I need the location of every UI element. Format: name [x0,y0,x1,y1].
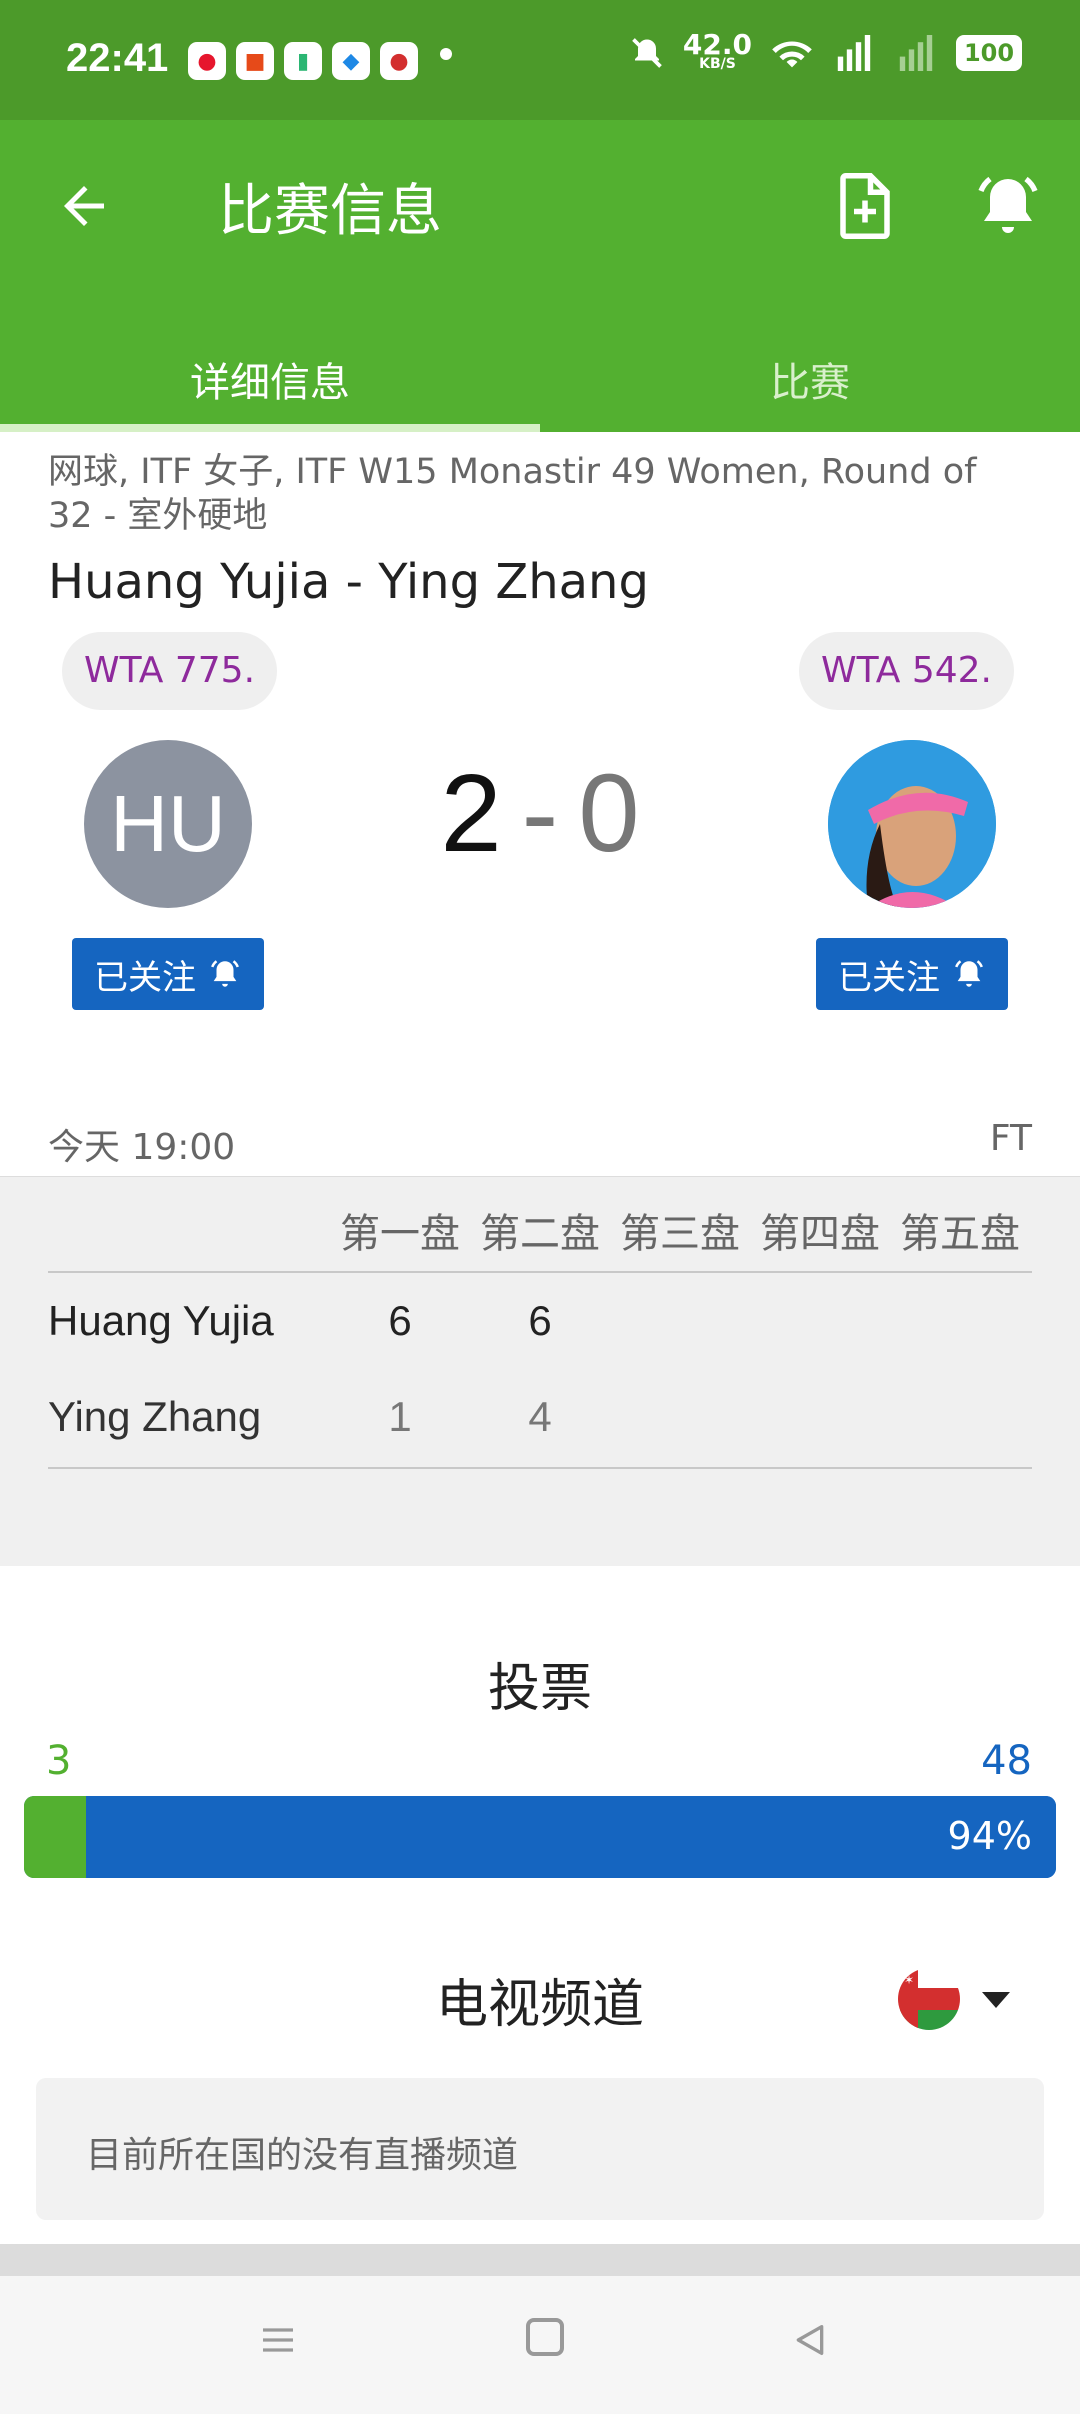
table-row: Huang Yujia 6 6 [48,1281,1032,1361]
set-header: 第三盘 [620,1211,740,1257]
page-title: 比赛信息 [218,179,442,244]
chevron-down-icon[interactable] [982,1992,1010,2008]
bell-icon [955,960,983,987]
set-header: 第一盘 [340,1211,460,1257]
match-datetime: 今天 19:00 [48,1127,236,1168]
recent-apps-icon[interactable] [258,2320,298,2360]
set-headers: 第一盘 第二盘 第三盘 第四盘 第五盘 [330,1201,1030,1259]
section-divider [0,2244,1080,2278]
vote-bar[interactable]: 94% [24,1796,1056,1878]
home-follow-button[interactable]: 已关注 [72,938,264,1010]
music-icon: ● [380,42,418,80]
bell-icon [211,960,239,987]
away-score: 0 [578,752,640,875]
follow-label: 已关注 [838,957,940,998]
set-header: 第五盘 [900,1211,1020,1257]
divider [48,1467,1032,1469]
set-scores-table: 第一盘 第二盘 第三盘 第四盘 第五盘 Huang Yujia 6 6 Ying… [0,1176,1080,1566]
away-vote-count: 48 [981,1738,1032,1784]
browser-icon: ◆ [332,42,370,80]
country-flag-icon[interactable]: ✶ [898,1968,960,2030]
back-arrow-icon[interactable] [54,176,114,236]
network-speed: 42.0 KB/S [682,28,752,73]
system-icons: 42.0 KB/S 100 [629,28,1022,73]
bell-icon[interactable] [972,170,1044,242]
away-vote-percent: 94% [947,1814,1032,1858]
status-bar: 22:41 ● ■ ▮ ◆ ● 42.0 KB/S 100 [0,0,1080,120]
match-score: 2-0 [0,750,1080,877]
away-rank-badge: WTA 542. [798,632,1014,710]
tv-channel-notice: 目前所在国的没有直播频道 [36,2078,1044,2220]
tournament-info: 网球, ITF 女子, ITF W15 Monastir 49 Women, R… [48,452,977,536]
tab-bar: 详细信息 比赛 [0,316,1080,432]
tab-details[interactable]: 详细信息 [0,316,540,432]
follow-label: 已关注 [94,957,196,998]
mute-icon [632,38,662,68]
add-note-icon[interactable] [832,170,898,242]
status-time: 22:41 [66,36,169,80]
game-icon: ■ [236,42,274,80]
player-name: Huang Yujia [48,1297,274,1344]
back-triangle-icon[interactable] [790,2320,830,2360]
match-status: FT [989,1118,1032,1159]
more-notifications-dot [440,48,452,60]
set-score: 6 [388,1297,412,1344]
set-header: 第四盘 [760,1211,880,1257]
away-vote-fill[interactable]: 94% [85,1796,1056,1878]
divider [48,1271,1032,1273]
home-rank-badge: WTA 775. [62,632,278,710]
tv-message: 目前所在国的没有直播频道 [86,2135,519,2176]
votes-title: 投票 [487,1659,592,1719]
away-follow-button[interactable]: 已关注 [816,938,1008,1010]
set-score: 6 [528,1297,552,1344]
home-vote-count: 3 [46,1738,72,1784]
home-vote-fill[interactable] [24,1796,86,1878]
system-navigation-bar [0,2276,1080,2414]
home-icon[interactable] [526,2318,564,2356]
signal-icon [899,35,933,71]
set-score: 1 [388,1393,412,1440]
match-title: Huang Yujia - Ying Zhang [48,554,649,610]
battery-icon: 100 [956,35,1022,71]
app-bar: 比赛信息 详细信息 比赛 [0,120,1080,432]
weibo-icon: ● [188,42,226,80]
home-score: 2 [440,752,502,875]
notification-icons: ● ■ ▮ ◆ ● [188,42,418,80]
signal-5g-icon [837,35,871,71]
set-score: 4 [528,1393,552,1440]
player-name: Ying Zhang [48,1393,262,1440]
tab-matches[interactable]: 比赛 [540,316,1080,432]
wifi-icon [772,41,812,68]
score-separator: - [521,752,559,875]
table-row: Ying Zhang 1 4 [48,1377,1032,1457]
battery-app-icon: ▮ [284,42,322,80]
set-header: 第二盘 [480,1211,600,1257]
